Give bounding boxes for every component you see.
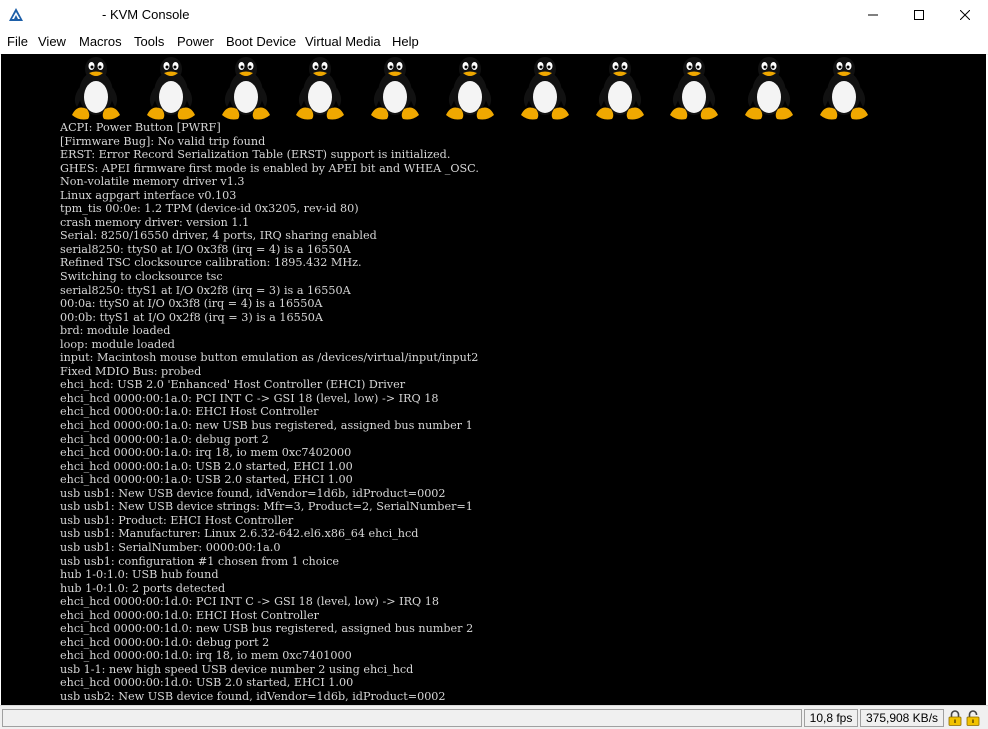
unlocked-padlock-icon xyxy=(966,710,980,726)
console-line: ERST: Error Record Serialization Table (… xyxy=(60,148,451,162)
console-line: ehci_hcd 0000:00:1a.0: PCI INT C -> GSI … xyxy=(60,391,439,405)
close-icon xyxy=(960,10,970,20)
console-line: usb usb1: SerialNumber: 0000:00:1a.0 xyxy=(60,540,281,554)
console-line: serial8250: ttyS0 at I/O 0x3f8 (irq = 4)… xyxy=(60,242,351,256)
console-line: [Firmware Bug]: No valid trip found xyxy=(60,134,266,148)
console-line: usb usb1: New USB device strings: Mfr=3,… xyxy=(60,500,473,514)
console-line: hub 1-0:1.0: 2 ports detected xyxy=(60,581,226,595)
console-line: brd: module loaded xyxy=(60,324,171,338)
console-line: Serial: 8250/16550 driver, 4 ports, IRQ … xyxy=(60,229,377,243)
console-line: ehci_hcd 0000:00:1a.0: debug port 2 xyxy=(60,432,269,446)
menu-power[interactable]: Power xyxy=(177,34,214,49)
window-title: - KVM Console xyxy=(102,7,190,22)
status-message-field xyxy=(2,709,802,727)
menu-macros[interactable]: Macros xyxy=(79,34,122,49)
throughput-indicator: 375,908 KB/s xyxy=(860,709,944,727)
console-line: ehci_hcd 0000:00:1d.0: EHCI Host Control… xyxy=(60,608,319,622)
fps-indicator: 10,8 fps xyxy=(804,709,858,727)
console-line: Switching to clocksource tsc xyxy=(60,270,223,284)
tux-penguin-icon xyxy=(817,55,871,121)
console-screen[interactable]: ACPI: Power Button [PWRF] [Firmware Bug]:… xyxy=(1,54,986,705)
tux-penguin-icon xyxy=(667,55,721,121)
console-output: ACPI: Power Button [PWRF] [Firmware Bug]:… xyxy=(60,121,980,704)
minimize-button[interactable] xyxy=(850,0,896,30)
console-line: hub 1-0:1.0: USB hub found xyxy=(60,568,219,582)
title-bar: - KVM Console xyxy=(0,0,988,31)
console-line: ehci_hcd 0000:00:1d.0: debug port 2 xyxy=(60,635,270,649)
padlock-icon xyxy=(948,710,962,726)
tux-penguin-icon xyxy=(593,55,647,121)
console-line: ACPI: Power Button [PWRF] xyxy=(60,121,221,134)
console-line: Fixed MDIO Bus: probed xyxy=(60,364,202,378)
menu-file[interactable]: File xyxy=(7,34,28,49)
minimize-icon xyxy=(868,14,878,16)
console-line: usb usb1: Manufacturer: Linux 2.6.32-642… xyxy=(60,527,419,541)
console-line: 00:0a: ttyS0 at I/O 0x3f8 (irq = 4) is a… xyxy=(60,297,323,311)
console-line: input: Macintosh mouse button emulation … xyxy=(60,351,479,365)
console-line: loop: module loaded xyxy=(60,337,175,351)
tux-penguin-icon xyxy=(219,55,273,121)
tux-penguin-icon xyxy=(742,55,796,121)
console-line: Refined TSC clocksource calibration: 189… xyxy=(60,256,362,270)
console-line: ehci_hcd 0000:00:1d.0: irq 18, io mem 0x… xyxy=(60,649,352,663)
close-button[interactable] xyxy=(942,0,988,30)
maximize-icon xyxy=(914,10,924,20)
status-bar: 10,8 fps 375,908 KB/s xyxy=(0,705,988,729)
console-line: ehci_hcd 0000:00:1d.0: new USB bus regis… xyxy=(60,622,474,636)
menu-tools[interactable]: Tools xyxy=(134,34,164,49)
console-line: ehci_hcd 0000:00:1a.0: USB 2.0 started, … xyxy=(60,473,353,487)
console-line: usb usb1: Product: EHCI Host Controller xyxy=(60,513,294,527)
menu-help[interactable]: Help xyxy=(392,34,419,49)
console-line: ehci_hcd: USB 2.0 'Enhanced' Host Contro… xyxy=(60,378,406,392)
console-line: ehci_hcd 0000:00:1a.0: irq 18, io mem 0x… xyxy=(60,446,352,460)
menu-boot-device[interactable]: Boot Device xyxy=(226,34,296,49)
tux-penguin-icon xyxy=(443,55,497,121)
console-line: 00:0b: ttyS1 at I/O 0x2f8 (irq = 3) is a… xyxy=(60,310,324,324)
console-line: Non-volatile memory driver v1.3 xyxy=(60,175,245,189)
console-line: ehci_hcd 0000:00:1d.0: USB 2.0 started, … xyxy=(60,676,354,690)
tux-penguin-icon xyxy=(144,55,198,121)
boot-logo-row xyxy=(69,55,889,121)
kvm-app-icon[interactable] xyxy=(8,7,24,23)
console-line: tpm_tis 00:0e: 1.2 TPM (device-id 0x3205… xyxy=(60,202,359,216)
menu-bar: File View Macros Tools Power Boot Device… xyxy=(0,30,988,55)
console-line: GHES: APEI firmware first mode is enable… xyxy=(60,161,479,175)
console-line: ehci_hcd 0000:00:1d.0: PCI INT C -> GSI … xyxy=(60,595,439,609)
console-line: usb 1-1: new high speed USB device numbe… xyxy=(60,662,414,676)
console-line: usb usb2: New USB device found, idVendor… xyxy=(60,689,446,703)
menu-view[interactable]: View xyxy=(38,34,66,49)
console-line: ehci_hcd 0000:00:1a.0: new USB bus regis… xyxy=(60,419,473,433)
maximize-button[interactable] xyxy=(896,0,942,30)
console-line: ehci_hcd 0000:00:1a.0: EHCI Host Control… xyxy=(60,405,319,419)
console-line: Linux agpgart interface v0.103 xyxy=(60,188,237,202)
console-line: crash memory driver: version 1.1 xyxy=(60,215,250,229)
tux-penguin-icon xyxy=(293,55,347,121)
tux-penguin-icon xyxy=(69,55,123,121)
console-line: ehci_hcd 0000:00:1a.0: USB 2.0 started, … xyxy=(60,459,353,473)
menu-virtual-media[interactable]: Virtual Media xyxy=(305,34,381,49)
tux-penguin-icon xyxy=(518,55,572,121)
tux-penguin-icon xyxy=(368,55,422,121)
console-line: usb usb1: configuration #1 chosen from 1… xyxy=(60,554,339,568)
console-line: serial8250: ttyS1 at I/O 0x2f8 (irq = 3)… xyxy=(60,283,351,297)
console-line: usb usb1: New USB device found, idVendor… xyxy=(60,486,446,500)
